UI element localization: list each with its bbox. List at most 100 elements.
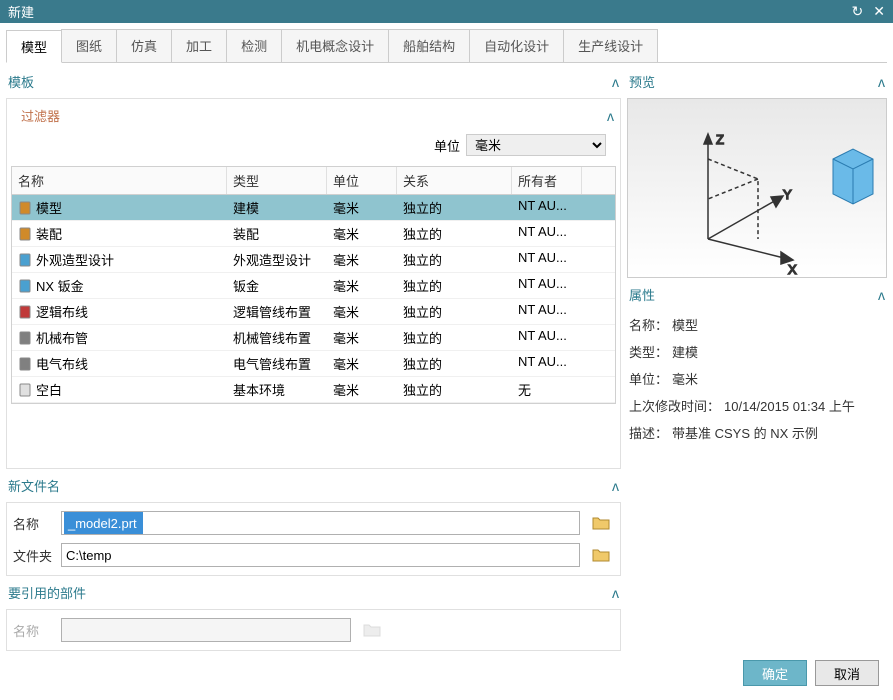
folder-icon [359,619,385,641]
newfile-section: 名称 文件夹 [6,502,621,576]
folder-icon[interactable] [588,512,614,534]
filter-row: 单位 毫米 [11,128,616,166]
row-type: 装配 [227,221,327,246]
tab-5[interactable]: 机电概念设计 [281,29,389,62]
chevron-up-icon: ʌ [612,478,619,494]
template-heading: 模板 [8,72,34,91]
row-type: 电气管线布置 [227,351,327,376]
filter-section-header[interactable]: 过滤器 ʌ [11,103,616,128]
row-owner: 无 [512,377,582,402]
properties-section-header[interactable]: 属性 ʌ [627,282,887,307]
tab-7[interactable]: 自动化设计 [469,29,564,62]
col-relation[interactable]: 关系 [397,167,512,194]
unit-filter-select[interactable]: 毫米 [466,134,606,156]
tab-bar: 模型图纸仿真加工检测机电概念设计船舶结构自动化设计生产线设计 [6,29,887,63]
tab-4[interactable]: 检测 [226,29,282,62]
cube-3d-icon [833,149,873,204]
row-unit: 毫米 [327,273,397,298]
ref-name-row: 名称 [11,614,616,646]
chevron-up-icon: ʌ [607,108,614,124]
tab-1[interactable]: 图纸 [61,29,117,62]
table-row[interactable]: 电气布线电气管线布置毫米独立的NT AU... [12,351,615,377]
table-row[interactable]: 机械布管机械管线布置毫米独立的NT AU... [12,325,615,351]
close-icon[interactable]: ✕ [873,3,885,20]
template-section: 过滤器 ʌ 单位 毫米 名称 类型 单位 关 [6,98,621,469]
refpart-heading: 要引用的部件 [8,583,86,602]
template-table: 名称 类型 单位 关系 所有者 模型建模毫米独立的NT AU...装配装配毫米独… [11,166,616,404]
col-unit[interactable]: 单位 [327,167,397,194]
row-unit: 毫米 [327,221,397,246]
row-owner: NT AU... [512,325,582,350]
chevron-up-icon: ʌ [878,74,885,90]
chevron-up-icon: ʌ [878,287,885,303]
col-owner[interactable]: 所有者 [512,167,582,194]
tab-0[interactable]: 模型 [6,30,62,63]
row-name: 装配 [36,224,62,243]
row-type: 基本环境 [227,377,327,402]
table-row[interactable]: 装配装配毫米独立的NT AU... [12,221,615,247]
file-icon [18,383,32,397]
name-row: 名称 [11,507,616,539]
row-owner: NT AU... [512,247,582,272]
row-owner: NT AU... [512,299,582,324]
svg-text:Y: Y [783,187,792,202]
row-name: NX 钣金 [36,276,84,295]
folder-icon[interactable] [588,544,614,566]
file-icon [18,279,32,293]
prop-unit: 单位： 毫米 [627,365,887,392]
row-type: 钣金 [227,273,327,298]
ref-name-label: 名称 [13,621,53,640]
row-owner: NT AU... [512,351,582,376]
col-type[interactable]: 类型 [227,167,327,194]
titlebar: 新建 ↻ ✕ [0,0,893,23]
refpart-section-header[interactable]: 要引用的部件 ʌ [6,580,621,605]
file-icon [18,201,32,215]
table-row[interactable]: 外观造型设计外观造型设计毫米独立的NT AU... [12,247,615,273]
tab-3[interactable]: 加工 [171,29,227,62]
row-name: 电气布线 [36,354,88,373]
row-unit: 毫米 [327,195,397,220]
row-type: 建模 [227,195,327,220]
chevron-up-icon: ʌ [612,585,619,601]
row-unit: 毫米 [327,247,397,272]
preview-csys-icon: Z X Y [628,99,888,279]
table-row[interactable]: NX 钣金钣金毫米独立的NT AU... [12,273,615,299]
table-row[interactable]: 模型建模毫米独立的NT AU... [12,195,615,221]
main-layout: 模板 ʌ 过滤器 ʌ 单位 毫米 [6,69,887,651]
table-row[interactable]: 逻辑布线逻辑管线布置毫米独立的NT AU... [12,299,615,325]
preview-section-header[interactable]: 预览 ʌ [627,69,887,94]
table-row[interactable]: 空白基本环境毫米独立的无 [12,377,615,403]
file-icon [18,357,32,371]
template-section-header[interactable]: 模板 ʌ [6,69,621,94]
newfile-section-header[interactable]: 新文件名 ʌ [6,473,621,498]
col-name[interactable]: 名称 [12,167,227,194]
folder-row: 文件夹 [11,539,616,571]
row-type: 机械管线布置 [227,325,327,350]
row-name: 逻辑布线 [36,302,88,321]
tab-6[interactable]: 船舶结构 [388,29,470,62]
refresh-icon[interactable]: ↻ [852,3,864,20]
row-name: 外观造型设计 [36,250,114,269]
name-field[interactable] [61,511,580,535]
filter-heading: 过滤器 [21,106,60,125]
file-icon [18,305,32,319]
folder-field[interactable] [61,543,580,567]
file-icon [18,253,32,267]
ref-name-field [61,618,351,642]
window-title: 新建 [8,2,34,21]
row-relation: 独立的 [397,325,512,350]
properties-section: 名称： 模型 类型： 建模 单位： 毫米 上次修改时间： 10/14/2015 … [627,311,887,446]
ok-button[interactable]: 确定 [743,660,807,686]
row-name: 模型 [36,198,62,217]
row-relation: 独立的 [397,221,512,246]
tab-8[interactable]: 生产线设计 [563,29,658,62]
svg-text:X: X [788,262,797,277]
row-owner: NT AU... [512,195,582,220]
preview-viewport: Z X Y [627,98,887,278]
footer: 确定 取消 [6,651,887,694]
cancel-button[interactable]: 取消 [815,660,879,686]
tab-2[interactable]: 仿真 [116,29,172,62]
prop-modified: 上次修改时间： 10/14/2015 01:34 上午 [627,392,887,419]
table-header: 名称 类型 单位 关系 所有者 [12,167,615,195]
prop-desc: 描述： 带基准 CSYS 的 NX 示例 [627,419,887,446]
